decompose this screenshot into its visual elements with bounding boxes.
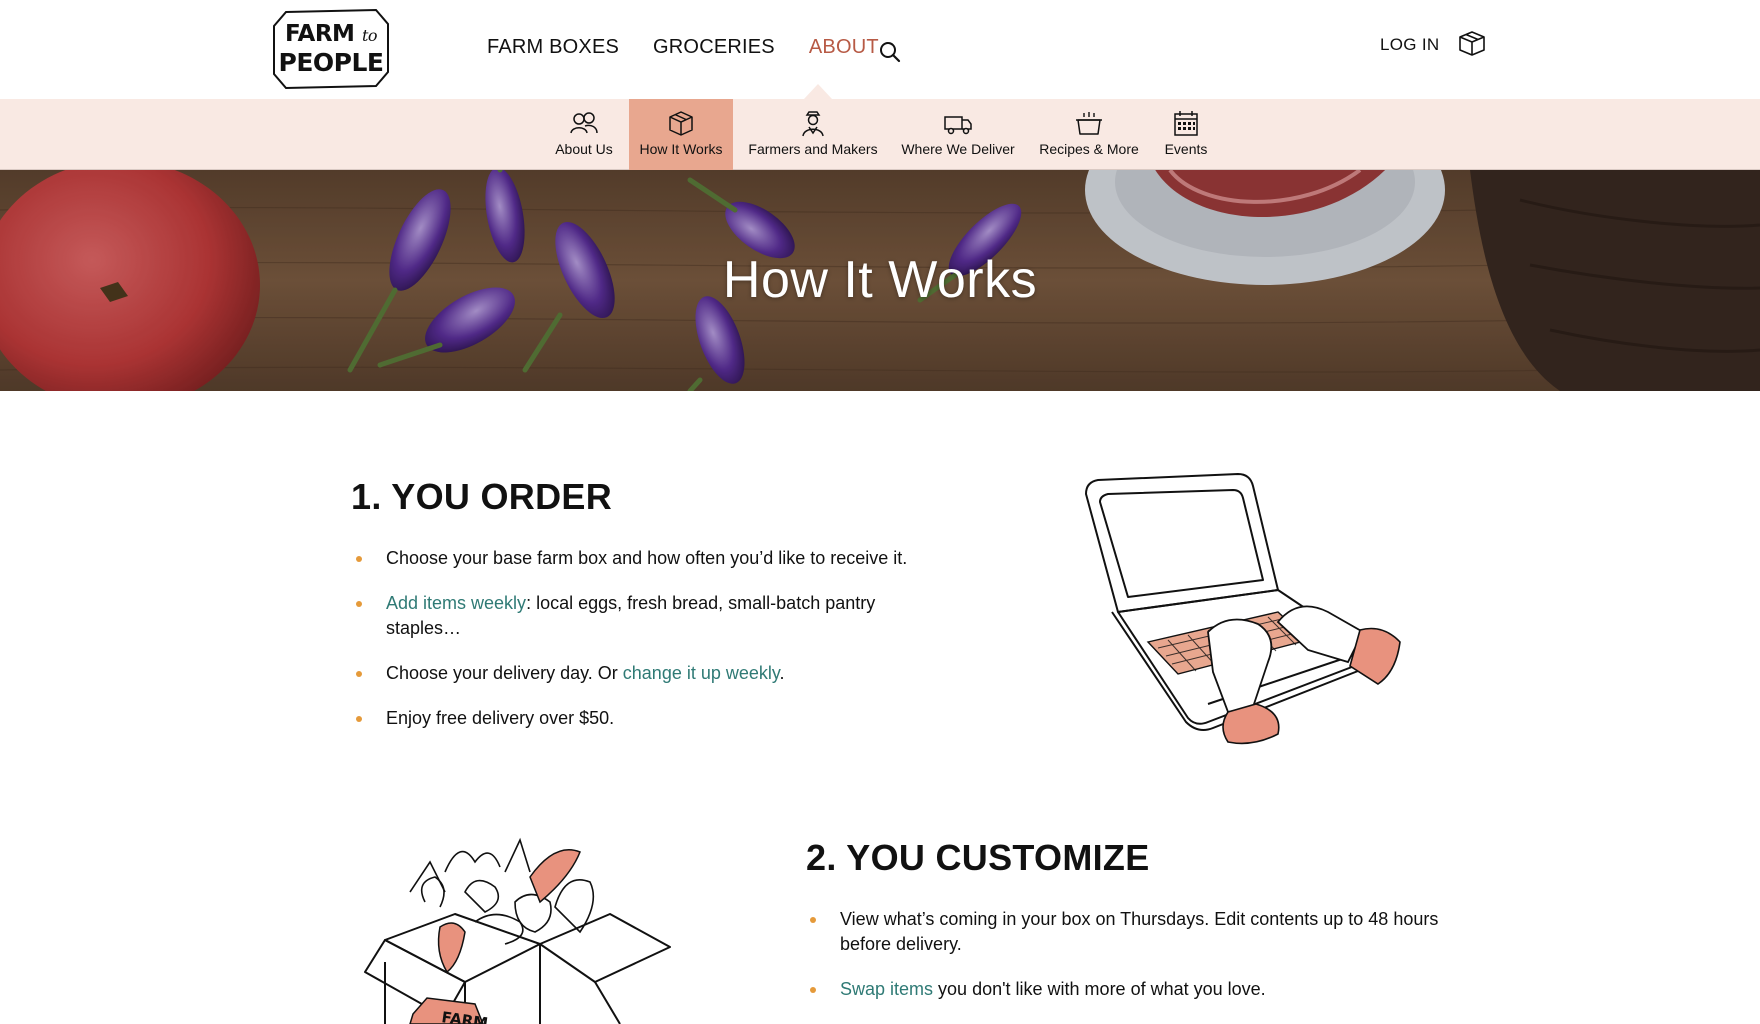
subnav-label: Where We Deliver (901, 141, 1015, 157)
list-item-text: . (779, 663, 785, 683)
subnav-how-it-works[interactable]: How It Works (629, 99, 733, 170)
subnav-label: Farmers and Makers (748, 141, 878, 157)
subnav-label: About Us (555, 141, 613, 157)
logo-line2: PEOPLE (278, 48, 384, 77)
swap-items-link[interactable]: Swap items (840, 979, 933, 999)
subnav-where-we-deliver[interactable]: Where We Deliver (896, 99, 1020, 170)
list-item: Add items weekly: local eggs, fresh brea… (352, 591, 952, 641)
pot-icon (1076, 112, 1102, 135)
truck-icon (944, 116, 972, 135)
logo-text: FARM to PEOPLE (272, 21, 390, 76)
section-1-list: Choose your base farm box and how often … (352, 546, 952, 751)
laptop-illustration (1085, 473, 1401, 745)
farm-box-illustration: FARM (364, 837, 671, 1024)
section-2-list: View what’s coming in your box on Thursd… (806, 907, 1446, 1022)
farmer-icon (802, 111, 824, 137)
subnav-about-us[interactable]: About Us (546, 99, 622, 170)
section-1-title: 1. YOU ORDER (351, 476, 612, 517)
subnav-label: Events (1164, 141, 1208, 157)
subnav-farmers-and-makers[interactable]: Farmers and Makers (743, 99, 883, 170)
subnav-label: Recipes & More (1039, 141, 1139, 157)
list-item-text: Choose your delivery day. Or (386, 663, 623, 683)
list-item: Choose your delivery day. Or change it u… (352, 661, 952, 686)
list-item-text: you don't like with more of what you lov… (933, 979, 1266, 999)
calendar-icon (1174, 111, 1198, 136)
logo-line1: FARM (284, 21, 355, 47)
active-nav-caret (804, 84, 832, 99)
search-icon[interactable] (878, 40, 902, 64)
nav-groceries[interactable]: GROCERIES (653, 36, 775, 60)
subnav-events[interactable]: Events (1159, 99, 1213, 170)
nav-farm-boxes[interactable]: FARM BOXES (487, 36, 619, 60)
site-header: FARM to PEOPLE FARM BOXES GROCERIES ABOU… (0, 0, 1760, 99)
list-item: Enjoy free delivery over $50. (352, 706, 952, 731)
subnav-label: How It Works (639, 141, 723, 157)
farm-to-people-logo[interactable]: FARM to PEOPLE (272, 6, 390, 90)
list-item: Swap items you don't like with more of w… (806, 977, 1446, 1002)
main-nav: FARM BOXES GROCERIES ABOUT (487, 36, 913, 60)
list-item: View what’s coming in your box on Thursd… (806, 907, 1446, 957)
box-icon[interactable] (1456, 30, 1488, 56)
list-item-text: Enjoy free delivery over $50. (386, 708, 615, 728)
section-2-title: 2. YOU CUSTOMIZE (806, 837, 1150, 878)
about-subnav: About Us How It Works Farmers and Makers… (0, 99, 1760, 170)
hero-title: How It Works (722, 251, 1038, 309)
box-icon (669, 111, 693, 136)
list-item-text: View what’s coming in your box on Thursd… (840, 909, 1439, 954)
add-items-weekly-link[interactable]: Add items weekly (386, 593, 526, 613)
change-it-up-weekly-link[interactable]: change it up weekly (623, 663, 780, 683)
login-link[interactable]: LOG IN (1380, 35, 1439, 55)
logo-line1-small: to (361, 26, 378, 45)
list-item: Choose your base farm box and how often … (352, 546, 952, 571)
hero-banner: How It Works (0, 170, 1760, 391)
nav-about[interactable]: ABOUT (809, 36, 879, 60)
list-item-text: Choose your base farm box and how often … (386, 548, 908, 568)
subnav-recipes-and-more[interactable]: Recipes & More (1031, 99, 1147, 170)
people-icon (570, 112, 598, 134)
box-label: FARM (440, 1008, 489, 1024)
